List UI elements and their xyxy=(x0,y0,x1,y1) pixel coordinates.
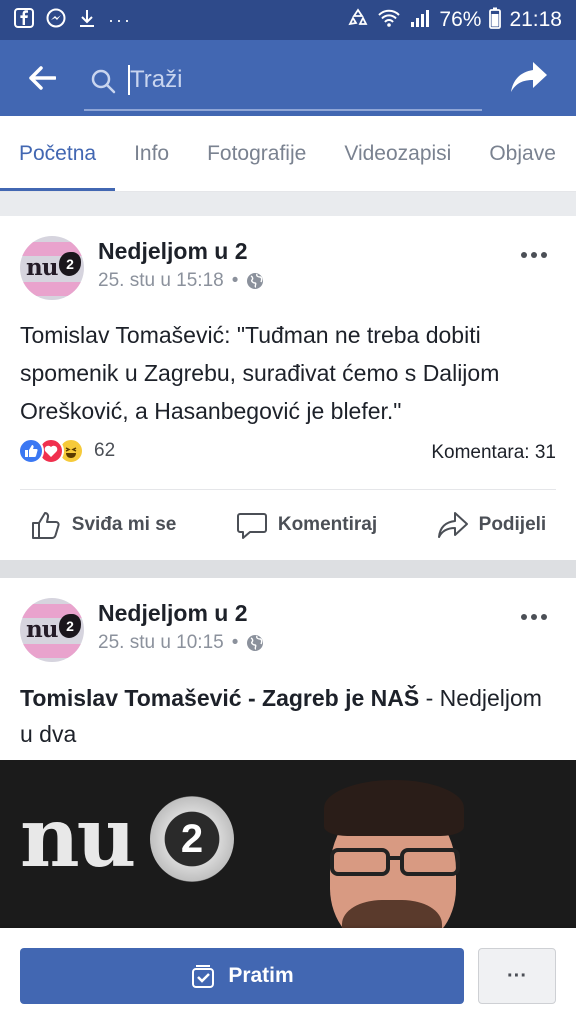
share-arrow-icon xyxy=(511,62,547,92)
status-bar: ··· 76% 21:18 xyxy=(0,0,576,40)
app-bar xyxy=(0,40,576,116)
tab-pocetna[interactable]: Početna xyxy=(0,116,116,191)
timestamp-separator: • xyxy=(231,632,239,653)
reactions-summary[interactable]: 62 xyxy=(18,438,115,464)
avatar-logo-text: nu xyxy=(26,254,58,281)
like-label: Sviđa mi se xyxy=(71,514,177,535)
messenger-icon xyxy=(46,8,66,32)
globe-icon xyxy=(247,273,264,289)
avatar-logo-number: 2 xyxy=(59,614,81,638)
tab-videozapisi[interactable]: Videozapisi xyxy=(325,116,470,191)
more-dots-icon xyxy=(521,614,547,620)
timestamp-text: 25. stu u 10:15 xyxy=(98,632,224,653)
page-footer: Pratim ··· xyxy=(0,928,576,1024)
post-timestamp[interactable]: 25. stu u 15:18 • xyxy=(98,270,264,292)
like-button[interactable]: Sviđa mi se xyxy=(30,509,177,541)
comment-bubble-icon xyxy=(236,513,267,539)
facebook-notification-icon xyxy=(14,8,34,32)
battery-icon xyxy=(489,7,502,33)
following-label: Pratim xyxy=(228,964,294,987)
post-options-button[interactable] xyxy=(520,600,548,628)
following-button[interactable]: Pratim xyxy=(20,948,464,1004)
battery-percentage: 76% xyxy=(439,8,482,31)
post-header: nu 2 Nedjeljom u 2 25. stu u 10:15 • xyxy=(20,598,264,662)
avatar-logo-number: 2 xyxy=(59,252,81,276)
share-label: Podijeli xyxy=(478,514,547,535)
tab-objave[interactable]: Objave xyxy=(470,116,575,191)
share-icon xyxy=(437,512,468,538)
back-button[interactable] xyxy=(0,40,84,116)
post-timestamp[interactable]: 25. stu u 10:15 • xyxy=(98,632,264,654)
search-box[interactable] xyxy=(84,51,482,111)
page-avatar[interactable]: nu 2 xyxy=(20,598,84,662)
page-avatar[interactable]: nu 2 xyxy=(20,236,84,300)
avatar-logo-text: nu xyxy=(26,616,58,643)
image-logo-number: 2 xyxy=(150,796,234,882)
feed-spacer xyxy=(0,192,576,216)
share-page-button[interactable] xyxy=(482,40,576,116)
like-reaction-icon xyxy=(18,438,44,464)
wifi-icon xyxy=(377,8,401,32)
post-text: Tomislav Tomašević: "Tuđman ne treba dob… xyxy=(20,322,500,424)
post-header: nu 2 Nedjeljom u 2 25. stu u 15:18 • xyxy=(20,236,264,300)
image-logo-text: nu xyxy=(20,790,136,886)
tab-fotografije[interactable]: Fotografije xyxy=(188,116,325,191)
search-input[interactable] xyxy=(84,66,482,94)
timestamp-text: 25. stu u 15:18 xyxy=(98,270,224,291)
tab-info[interactable]: Info xyxy=(115,116,188,191)
page-tabs: Početna Info Fotografije Videozapisi Obj… xyxy=(0,116,576,192)
thumbs-up-icon xyxy=(31,512,60,539)
more-options-button[interactable]: ··· xyxy=(478,948,556,1004)
post-actions: Sviđa mi se Komentiraj Podijeli xyxy=(0,490,576,560)
clock: 21:18 xyxy=(509,8,562,31)
link-preview-image[interactable]: nu 2 xyxy=(0,760,576,938)
search-icon xyxy=(90,68,116,99)
comment-label: Komentiraj xyxy=(277,514,378,535)
share-button[interactable]: Podijeli xyxy=(437,509,547,541)
comment-button[interactable]: Komentiraj xyxy=(236,509,377,541)
recycle-icon xyxy=(347,8,369,32)
arrow-left-icon xyxy=(29,66,56,90)
reaction-count: 62 xyxy=(94,440,116,461)
post-options-button[interactable] xyxy=(520,238,548,266)
person-photo xyxy=(320,780,470,938)
comment-count[interactable]: Komentara: 31 xyxy=(431,442,556,464)
post-card: nu 2 Nedjeljom u 2 25. stu u 15:18 • Tom… xyxy=(0,216,576,560)
text-cursor xyxy=(128,65,130,95)
page-name[interactable]: Nedjeljom u 2 xyxy=(98,598,264,628)
headline-bold: Tomislav Tomašević - Zagreb je NAŠ xyxy=(20,685,420,711)
post-headline[interactable]: Tomislav Tomašević - Zagreb je NAŠ - Ned… xyxy=(20,680,560,752)
timestamp-separator: • xyxy=(231,270,239,291)
following-check-icon xyxy=(192,965,215,988)
globe-icon xyxy=(247,635,264,651)
more-dots-icon: ··· xyxy=(108,10,132,30)
post-card: nu 2 Nedjeljom u 2 25. stu u 10:15 • Tom… xyxy=(0,578,576,938)
page-name[interactable]: Nedjeljom u 2 xyxy=(98,236,264,266)
download-icon xyxy=(78,8,96,32)
signal-icon xyxy=(409,8,431,32)
more-dots-icon xyxy=(521,252,547,258)
